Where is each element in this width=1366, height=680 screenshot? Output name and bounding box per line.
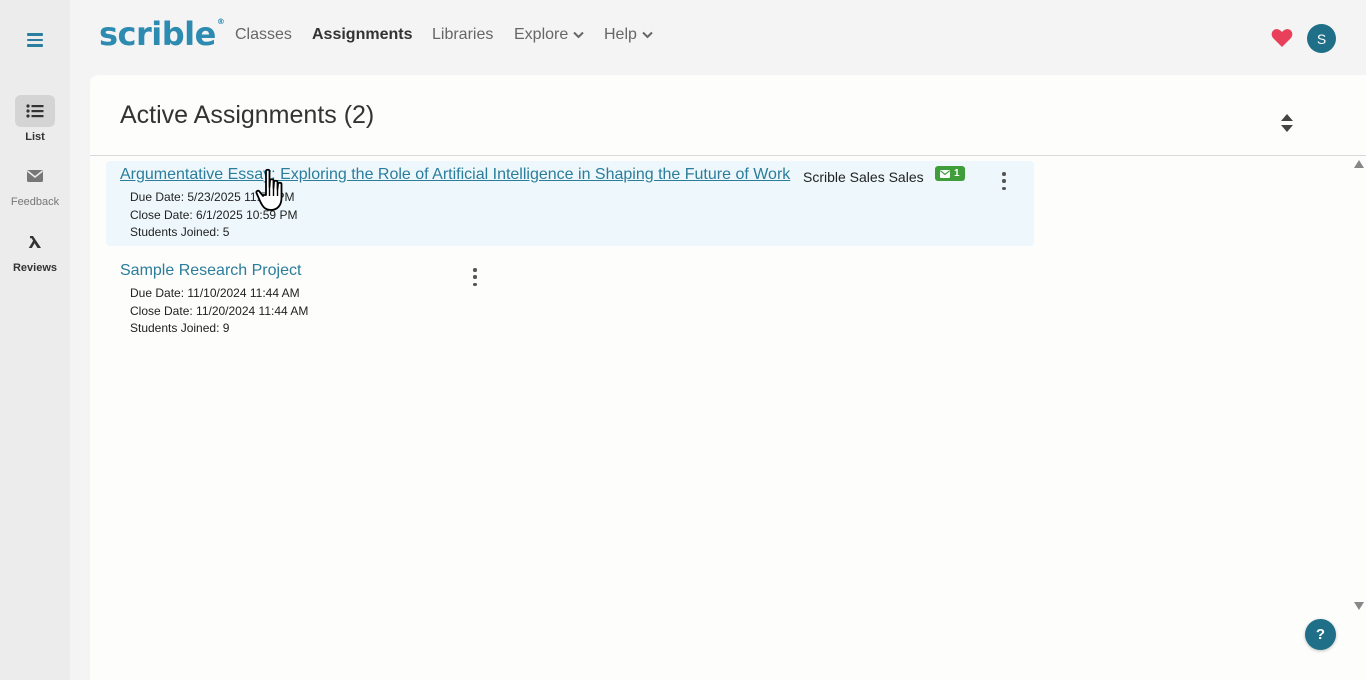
- scrible-logo[interactable]: scrible®: [99, 15, 225, 53]
- help-button[interactable]: ?: [1305, 619, 1336, 650]
- nav-help-label: Help: [604, 26, 637, 44]
- assignment-title-link[interactable]: Argumentative Essay: Exploring the Role …: [120, 166, 790, 184]
- nav-help[interactable]: Help: [604, 26, 653, 44]
- close-date: Close Date: 6/1/2025 10:59 PM: [130, 208, 298, 222]
- envelope-icon: [15, 160, 55, 192]
- heart-icon[interactable]: [1271, 28, 1293, 48]
- nav-assignments[interactable]: Assignments: [312, 26, 412, 44]
- registered-mark: ®: [216, 17, 225, 26]
- rail-item-list[interactable]: List: [0, 95, 70, 143]
- close-date: Close Date: 11/20/2024 11:44 AM: [130, 304, 309, 318]
- top-navigation: scrible® Classes Assignments Libraries E…: [70, 0, 1366, 72]
- rail-item-label: Feedback: [10, 196, 60, 208]
- sort-icon[interactable]: [1280, 113, 1296, 133]
- user-avatar[interactable]: S: [1307, 24, 1336, 53]
- due-date: Due Date: 11/10/2024 11:44 AM: [130, 286, 300, 300]
- scroll-up-arrow[interactable]: [1354, 160, 1364, 168]
- due-date: Due Date: 5/23/2025 11:59 PM: [130, 190, 295, 204]
- assignment-title-link[interactable]: Sample Research Project: [120, 262, 301, 280]
- assignment-item[interactable]: Argumentative Essay: Exploring the Role …: [106, 161, 1034, 246]
- lambda-icon: [15, 226, 55, 258]
- list-icon: [15, 95, 55, 127]
- rail-item-label: Reviews: [12, 262, 58, 274]
- assignment-author: Scrible Sales Sales: [803, 169, 924, 185]
- more-options-icon[interactable]: [471, 268, 479, 286]
- nav-libraries[interactable]: Libraries: [432, 26, 493, 44]
- nav-explore[interactable]: Explore: [514, 26, 584, 44]
- envelope-icon: [940, 169, 950, 178]
- rail-item-label: List: [25, 131, 45, 143]
- scroll-down-arrow[interactable]: [1354, 602, 1364, 610]
- logo-text: scrible: [99, 15, 216, 53]
- rail-item-reviews[interactable]: Reviews: [0, 226, 70, 274]
- chevron-down-icon: [573, 26, 584, 44]
- chevron-down-icon: [642, 26, 653, 44]
- hamburger-menu-icon[interactable]: [24, 30, 46, 48]
- main-panel: Active Assignments (2) Argumentative Ess…: [90, 75, 1366, 680]
- students-joined: Students Joined: 9: [130, 321, 230, 335]
- assignment-item[interactable]: Sample Research Project Due Date: 11/10/…: [106, 257, 506, 342]
- feedback-badge[interactable]: 1: [935, 166, 965, 181]
- nav-explore-label: Explore: [514, 26, 569, 44]
- rail-item-feedback[interactable]: Feedback: [0, 160, 70, 208]
- students-joined: Students Joined: 5: [130, 225, 230, 239]
- nav-classes[interactable]: Classes: [235, 26, 292, 44]
- more-options-icon[interactable]: [1000, 172, 1008, 190]
- page-title: Active Assignments (2): [120, 101, 375, 129]
- header-divider: [90, 155, 1366, 156]
- badge-count: 1: [954, 168, 960, 179]
- left-rail: List Feedback Reviews: [0, 0, 70, 680]
